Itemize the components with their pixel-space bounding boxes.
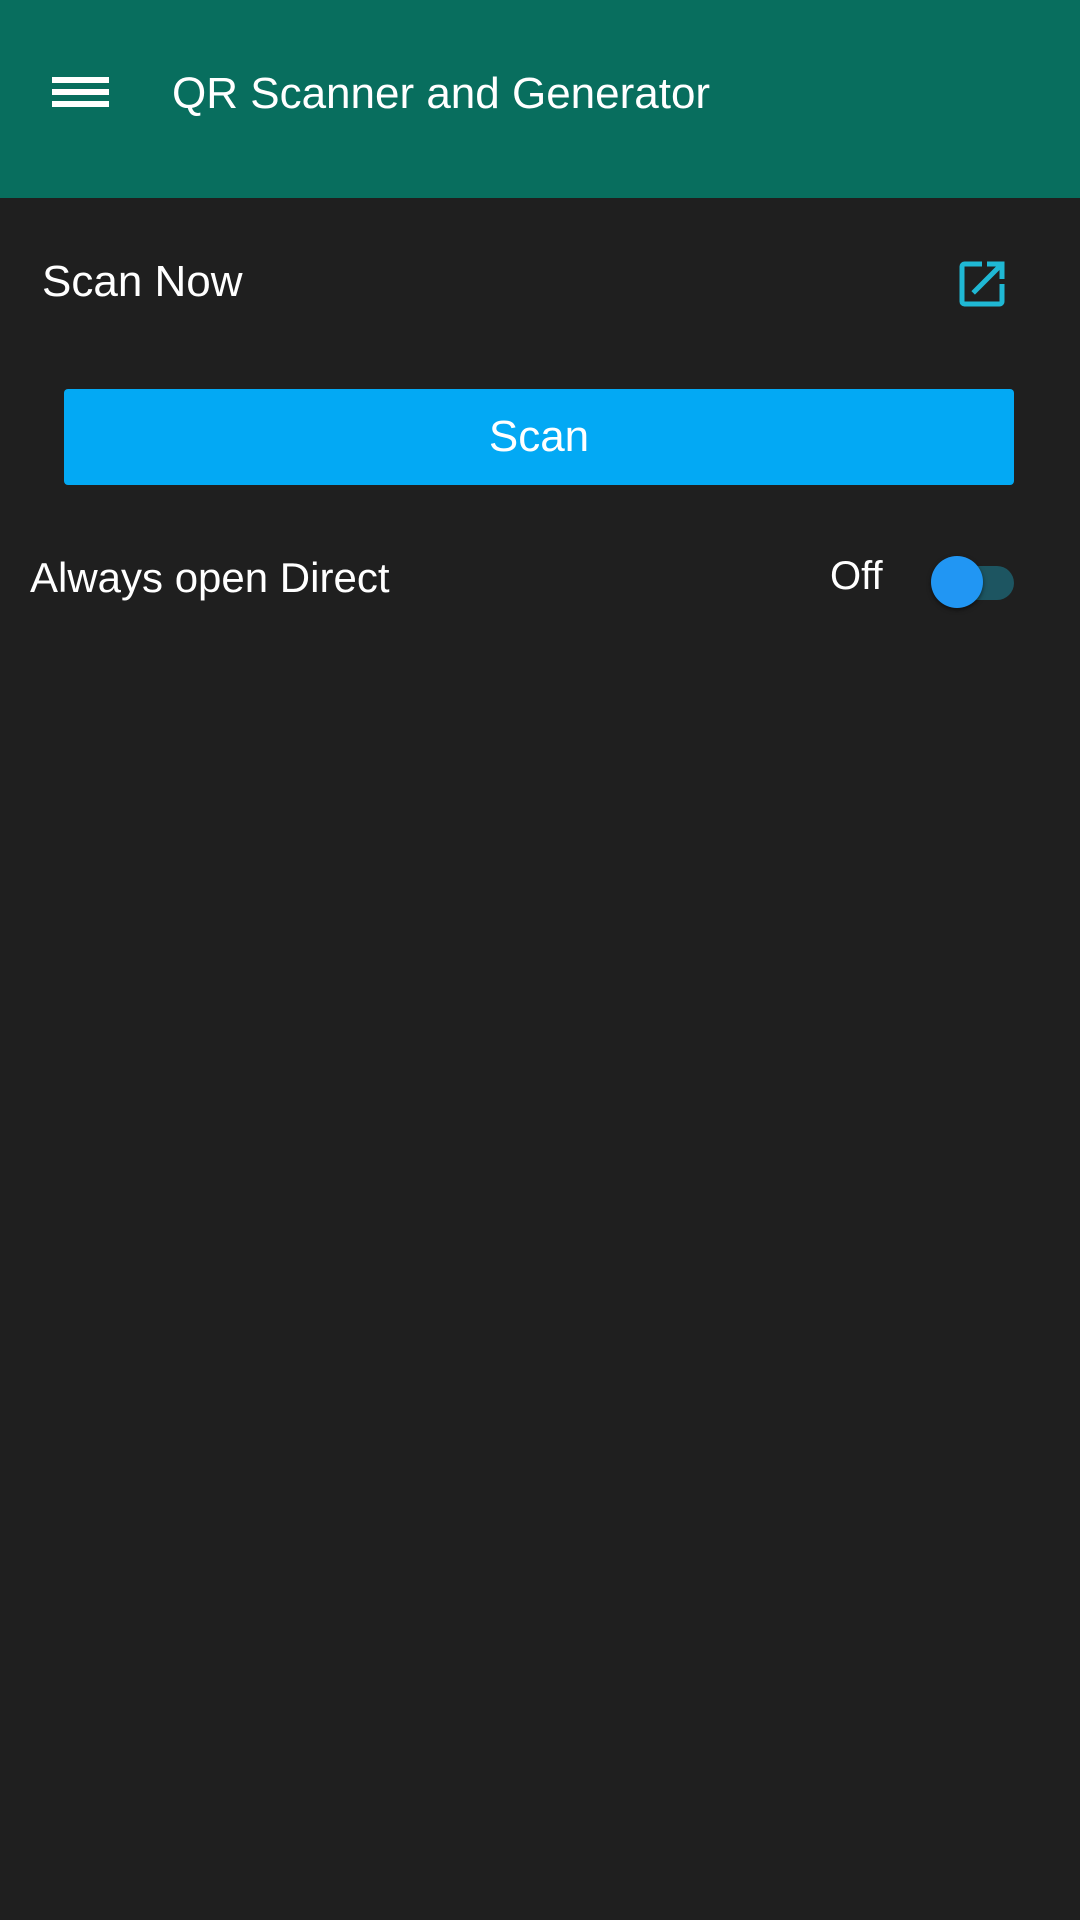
hamburger-menu-icon [52, 71, 109, 113]
menu-button[interactable] [36, 56, 126, 128]
open-in-new-button[interactable] [942, 244, 1022, 324]
app-bar: QR Scanner and Generator [0, 0, 1080, 198]
toggle-state-label: Off [830, 554, 883, 598]
scan-button[interactable]: Scan [64, 389, 1014, 485]
switch-thumb[interactable] [931, 556, 983, 608]
scan-now-label: Scan Now [42, 257, 243, 306]
always-open-direct-row: Always open Direct Off [0, 538, 1080, 618]
always-open-direct-switch[interactable] [930, 546, 1014, 608]
app-title: QR Scanner and Generator [172, 69, 711, 118]
open-in-new-icon [959, 261, 1005, 307]
scan-now-row: Scan Now [0, 230, 1080, 330]
always-open-direct-label: Always open Direct [30, 554, 390, 601]
